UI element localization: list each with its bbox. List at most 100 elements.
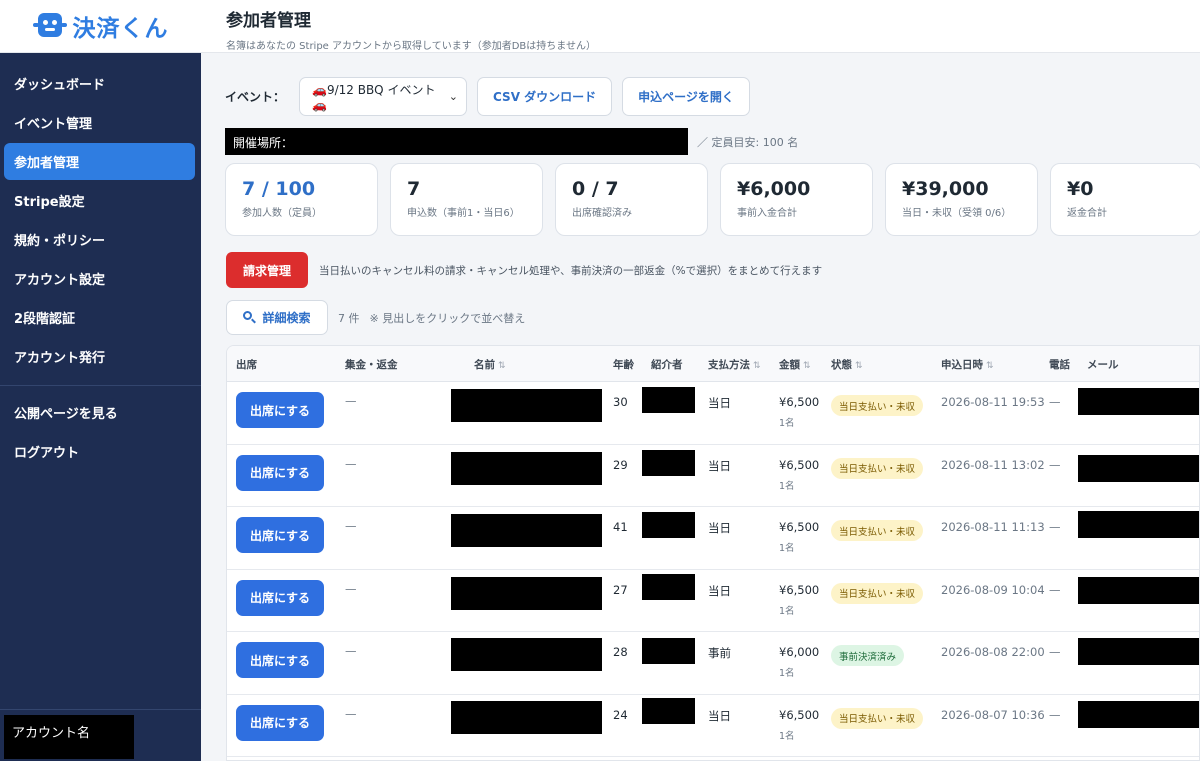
quantity-cell: 1名 bbox=[779, 605, 795, 617]
status-badge: 当日支払い・未収 bbox=[831, 520, 924, 541]
event-toolbar: イベント： 🚗9/12 BBQ イベント🚗 ⌄ CSV ダウンロード 申込ページ… bbox=[225, 77, 750, 116]
email-cell bbox=[1078, 454, 1199, 482]
amount-cell: ¥6,500 bbox=[779, 457, 820, 472]
column-header-age: 年齢 bbox=[613, 359, 634, 371]
amount-cell: ¥6,500 bbox=[779, 582, 820, 597]
phone-cell: — bbox=[1049, 520, 1061, 534]
email-cell bbox=[1078, 638, 1199, 665]
mark-attended-button[interactable]: 出席にする bbox=[236, 579, 324, 616]
sidebar-item-account-settings[interactable]: アカウント設定 bbox=[4, 260, 195, 297]
collect-cell: — bbox=[345, 456, 357, 471]
stat-card-applications: 7 申込数（事前1・当日6） bbox=[390, 163, 543, 236]
table-row: 出席にする — 24 当日 ¥6,500 1名 当日支払い・未収 2026-08… bbox=[227, 695, 1199, 757]
sidebar-item-logout[interactable]: ログアウト bbox=[4, 433, 195, 470]
sidebar: 決済くん ダッシュボード イベント管理 参加者管理 Stripe設定 規約・ポリ… bbox=[0, 0, 201, 761]
table-row: 出席にする — 28 事前 ¥6,000 1名 事前決済済み 2026-08-0… bbox=[227, 632, 1199, 695]
status-badge: 当日支払い・未収 bbox=[831, 707, 924, 729]
column-header-name-label: 名前 bbox=[474, 359, 495, 371]
stat-value: ¥0 bbox=[1067, 178, 1094, 200]
date-cell: 2026-08-11 13:02 bbox=[941, 457, 1045, 472]
advanced-search-button[interactable]: 詳細検索 bbox=[226, 300, 328, 335]
mark-attended-button[interactable]: 出席にする bbox=[236, 517, 324, 553]
payment-cell: 事前 bbox=[708, 646, 731, 660]
date-cell: 2026-08-08 22:00 bbox=[941, 645, 1045, 659]
sidebar-item-participants[interactable]: 参加者管理 bbox=[4, 143, 195, 180]
collect-cell: — bbox=[345, 394, 357, 408]
name-cell bbox=[451, 638, 602, 671]
referrer-cell bbox=[642, 638, 695, 664]
column-header-date[interactable]: 申込日時 ⇅ bbox=[941, 357, 994, 372]
billing-management-button[interactable]: 請求管理 bbox=[226, 252, 308, 288]
sidebar-item-issue-account[interactable]: アカウント発行 bbox=[4, 338, 195, 375]
sort-icon: ⇅ bbox=[855, 361, 863, 371]
sidebar-nav: ダッシュボード イベント管理 参加者管理 Stripe設定 規約・ポリシー アカ… bbox=[0, 53, 201, 470]
event-select-label: イベント： bbox=[225, 90, 286, 104]
advanced-search-label: 詳細検索 bbox=[262, 311, 311, 325]
email-cell bbox=[1078, 576, 1199, 604]
referrer-cell bbox=[642, 573, 695, 600]
payment-cell: 当日 bbox=[708, 708, 731, 723]
sort-icon: ⇅ bbox=[498, 361, 506, 371]
sidebar-item-policies[interactable]: 規約・ポリシー bbox=[4, 221, 195, 258]
column-header-name[interactable]: 名前 ⇅ bbox=[474, 357, 506, 372]
referrer-cell bbox=[642, 697, 695, 724]
sort-icon: ⇅ bbox=[753, 361, 761, 371]
sidebar-divider bbox=[0, 385, 201, 386]
mark-attended-button[interactable]: 出席にする bbox=[236, 704, 324, 741]
event-select[interactable]: 🚗9/12 BBQ イベント🚗 ⌄ bbox=[299, 77, 468, 116]
email-cell bbox=[1078, 511, 1199, 538]
quantity-cell: 1名 bbox=[779, 668, 795, 679]
status-badge: 当日支払い・未収 bbox=[831, 582, 924, 604]
mark-attended-button[interactable]: 出席にする bbox=[236, 392, 324, 428]
mark-attended-button[interactable]: 出席にする bbox=[236, 454, 324, 491]
quantity-cell: 1名 bbox=[779, 543, 795, 554]
table-row: 出席にする — 29 当日 ¥6,500 1名 当日支払い・未収 2026-08… bbox=[227, 445, 1199, 507]
stat-label: 事前入金合計 bbox=[737, 208, 797, 219]
referrer-cell bbox=[642, 512, 695, 538]
sidebar-item-stripe-settings[interactable]: Stripe設定 bbox=[4, 182, 195, 219]
column-header-status[interactable]: 状態 ⇅ bbox=[831, 357, 863, 372]
date-cell: 2026-08-11 19:53 bbox=[941, 395, 1045, 409]
age-cell: 41 bbox=[613, 520, 628, 534]
column-header-collect: 集金・返金 bbox=[345, 359, 398, 371]
collect-cell: — bbox=[345, 706, 357, 721]
name-cell bbox=[451, 514, 602, 547]
mark-attended-button[interactable]: 出席にする bbox=[236, 642, 324, 678]
stat-value: ¥39,000 bbox=[902, 178, 989, 200]
column-header-payment[interactable]: 支払方法 ⇅ bbox=[708, 357, 761, 372]
phone-cell: — bbox=[1049, 707, 1061, 722]
app-logo-text: 決済くん bbox=[72, 16, 169, 42]
stat-value: ¥6,000 bbox=[737, 178, 811, 200]
sidebar-item-events[interactable]: イベント管理 bbox=[4, 104, 195, 141]
account-name[interactable]: アカウント名 bbox=[4, 715, 134, 759]
collect-cell: — bbox=[345, 581, 357, 596]
app-logo[interactable]: 決済くん bbox=[0, 0, 201, 53]
quantity-cell: 1名 bbox=[779, 480, 795, 492]
name-cell bbox=[451, 451, 602, 485]
quantity-cell: 1名 bbox=[779, 730, 795, 742]
account-box: アカウント名 bbox=[0, 709, 201, 761]
result-count: 7 件 bbox=[338, 311, 360, 325]
table-row: 出席にする — 30 当日 ¥6,500 1名 当日支払い・未収 2026-08… bbox=[227, 382, 1199, 445]
column-header-referrer: 紹介者 bbox=[651, 359, 683, 371]
amount-cell: ¥6,500 bbox=[779, 395, 820, 409]
sort-icon: ⇅ bbox=[986, 361, 994, 371]
chevron-down-icon: ⌄ bbox=[448, 90, 459, 103]
sidebar-item-public-page[interactable]: 公開ページを見る bbox=[4, 394, 195, 431]
column-header-email: メール bbox=[1087, 359, 1119, 371]
date-cell: 2026-08-11 11:13 bbox=[941, 520, 1045, 534]
status-badge: 当日支払い・未収 bbox=[831, 457, 924, 479]
venue-row: 開催場所： ／ 定員目安: 100 名 bbox=[225, 128, 798, 155]
column-header-amount-label: 金額 bbox=[779, 359, 800, 371]
column-header-amount[interactable]: 金額 ⇅ bbox=[779, 357, 811, 372]
phone-cell: — bbox=[1049, 645, 1061, 659]
name-cell bbox=[451, 389, 602, 422]
sidebar-item-two-factor[interactable]: 2段階認証 bbox=[4, 299, 195, 336]
phone-cell: — bbox=[1049, 582, 1061, 597]
csv-download-button[interactable]: CSV ダウンロード bbox=[477, 77, 613, 116]
sidebar-item-dashboard[interactable]: ダッシュボード bbox=[4, 65, 195, 102]
open-signup-page-button[interactable]: 申込ページを開く bbox=[622, 77, 750, 116]
stat-card-participants: 7 / 100 参加人数（定員） bbox=[225, 163, 378, 236]
sort-icon: ⇅ bbox=[803, 361, 811, 371]
phone-cell: — bbox=[1049, 457, 1061, 472]
